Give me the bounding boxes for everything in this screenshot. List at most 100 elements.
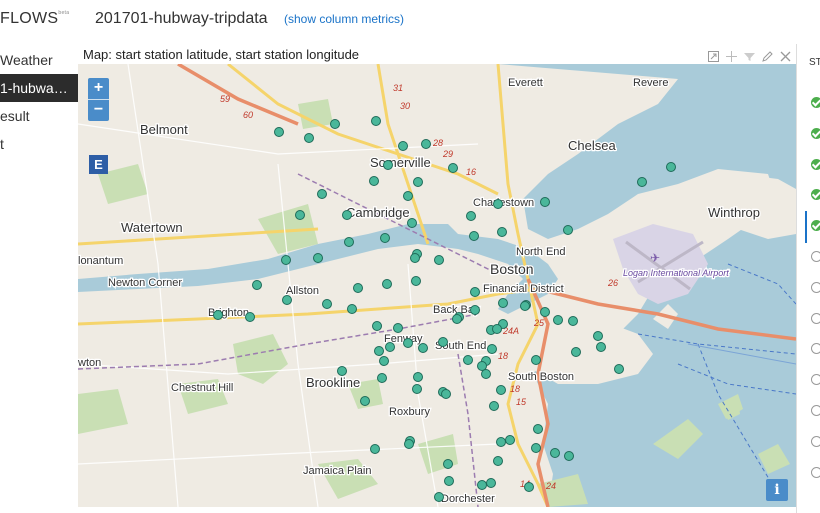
station-marker[interactable] — [486, 478, 496, 488]
move-icon[interactable] — [724, 49, 738, 63]
station-marker[interactable] — [252, 280, 262, 290]
station-marker[interactable] — [452, 314, 462, 324]
station-marker[interactable] — [295, 210, 305, 220]
station-marker[interactable] — [344, 237, 354, 247]
station-marker[interactable] — [443, 459, 453, 469]
station-marker[interactable] — [466, 211, 476, 221]
station-marker[interactable] — [666, 162, 676, 172]
station-marker[interactable] — [441, 389, 451, 399]
station-marker[interactable] — [385, 342, 395, 352]
station-marker[interactable] — [493, 199, 503, 209]
station-marker[interactable] — [493, 456, 503, 466]
sidebar-item-t[interactable]: t — [0, 130, 78, 158]
station-marker[interactable] — [337, 366, 347, 376]
station-marker[interactable] — [553, 315, 563, 325]
station-marker[interactable] — [342, 210, 352, 220]
station-marker[interactable] — [477, 480, 487, 490]
station-marker[interactable] — [469, 231, 479, 241]
station-marker[interactable] — [448, 163, 458, 173]
station-marker[interactable] — [410, 253, 420, 263]
station-marker[interactable] — [317, 189, 327, 199]
export-button[interactable]: E — [89, 155, 108, 174]
station-marker[interactable] — [564, 451, 574, 461]
station-marker[interactable] — [407, 218, 417, 228]
station-marker[interactable] — [413, 177, 423, 187]
station-marker[interactable] — [470, 287, 480, 297]
step-check-icon[interactable] — [811, 97, 820, 108]
station-marker[interactable] — [489, 401, 499, 411]
zoom-out-button[interactable]: − — [88, 100, 109, 121]
station-marker[interactable] — [330, 119, 340, 129]
station-marker[interactable] — [369, 176, 379, 186]
station-marker[interactable] — [434, 492, 444, 502]
sidebar-item-weather[interactable]: Weather — [0, 46, 78, 74]
station-marker[interactable] — [404, 439, 414, 449]
show-column-metrics-link[interactable]: (show column metrics) — [284, 12, 404, 26]
station-marker[interactable] — [360, 396, 370, 406]
station-marker[interactable] — [304, 133, 314, 143]
station-marker[interactable] — [380, 233, 390, 243]
station-marker[interactable] — [245, 312, 255, 322]
step-pending-icon[interactable] — [811, 251, 820, 262]
station-marker[interactable] — [382, 279, 392, 289]
zoom-in-button[interactable]: + — [88, 78, 109, 100]
station-marker[interactable] — [282, 295, 292, 305]
info-button[interactable]: i — [766, 479, 788, 501]
station-marker[interactable] — [540, 307, 550, 317]
expand-icon[interactable] — [706, 49, 720, 63]
step-pending-icon[interactable] — [811, 466, 820, 478]
station-marker[interactable] — [568, 316, 578, 326]
station-marker[interactable] — [637, 177, 647, 187]
brand-logo[interactable]: FLOWSbeta — [0, 10, 69, 28]
step-pending-icon[interactable] — [811, 312, 820, 324]
station-marker[interactable] — [492, 324, 502, 334]
station-marker[interactable] — [596, 342, 606, 352]
station-marker[interactable] — [497, 227, 507, 237]
step-check-icon[interactable] — [811, 220, 820, 232]
station-marker[interactable] — [593, 331, 603, 341]
map-canvas[interactable]: ✈ Belmont Somerville Chelsea Cambridge Charl… — [78, 64, 796, 507]
station-marker[interactable] — [403, 338, 413, 348]
station-marker[interactable] — [434, 255, 444, 265]
station-marker[interactable] — [313, 253, 323, 263]
edit-pencil-icon[interactable] — [760, 49, 774, 63]
station-marker[interactable] — [353, 283, 363, 293]
station-marker[interactable] — [531, 443, 541, 453]
sidebar-item-result[interactable]: esult — [0, 102, 78, 130]
station-marker[interactable] — [496, 437, 506, 447]
station-marker[interactable] — [470, 305, 480, 315]
station-marker[interactable] — [571, 347, 581, 357]
station-marker[interactable] — [531, 355, 541, 365]
station-marker[interactable] — [533, 424, 543, 434]
station-marker[interactable] — [379, 356, 389, 366]
station-marker[interactable] — [374, 346, 384, 356]
station-marker[interactable] — [496, 385, 506, 395]
station-marker[interactable] — [347, 304, 357, 314]
step-pending-icon[interactable] — [811, 281, 820, 293]
station-marker[interactable] — [463, 355, 473, 365]
station-marker[interactable] — [540, 197, 550, 207]
station-marker[interactable] — [372, 321, 382, 331]
station-marker[interactable] — [418, 343, 428, 353]
station-marker[interactable] — [563, 225, 573, 235]
station-marker[interactable] — [398, 141, 408, 151]
station-marker[interactable] — [383, 160, 393, 170]
station-marker[interactable] — [281, 255, 291, 265]
step-check-icon[interactable] — [811, 158, 820, 170]
step-pending-icon[interactable] — [811, 343, 820, 355]
step-pending-icon[interactable] — [811, 374, 820, 386]
station-marker[interactable] — [550, 448, 560, 458]
station-marker[interactable] — [505, 435, 515, 445]
sidebar-item-hubway[interactable]: 1-hubwa… — [0, 74, 78, 102]
station-marker[interactable] — [498, 298, 508, 308]
station-marker[interactable] — [614, 364, 624, 374]
close-icon[interactable] — [778, 49, 792, 63]
station-marker[interactable] — [213, 310, 223, 320]
station-marker[interactable] — [421, 139, 431, 149]
station-marker[interactable] — [438, 337, 448, 347]
station-marker[interactable] — [322, 299, 332, 309]
step-pending-icon[interactable] — [811, 435, 820, 447]
station-marker[interactable] — [487, 344, 497, 354]
station-marker[interactable] — [520, 301, 530, 311]
step-check-icon[interactable] — [811, 189, 820, 201]
